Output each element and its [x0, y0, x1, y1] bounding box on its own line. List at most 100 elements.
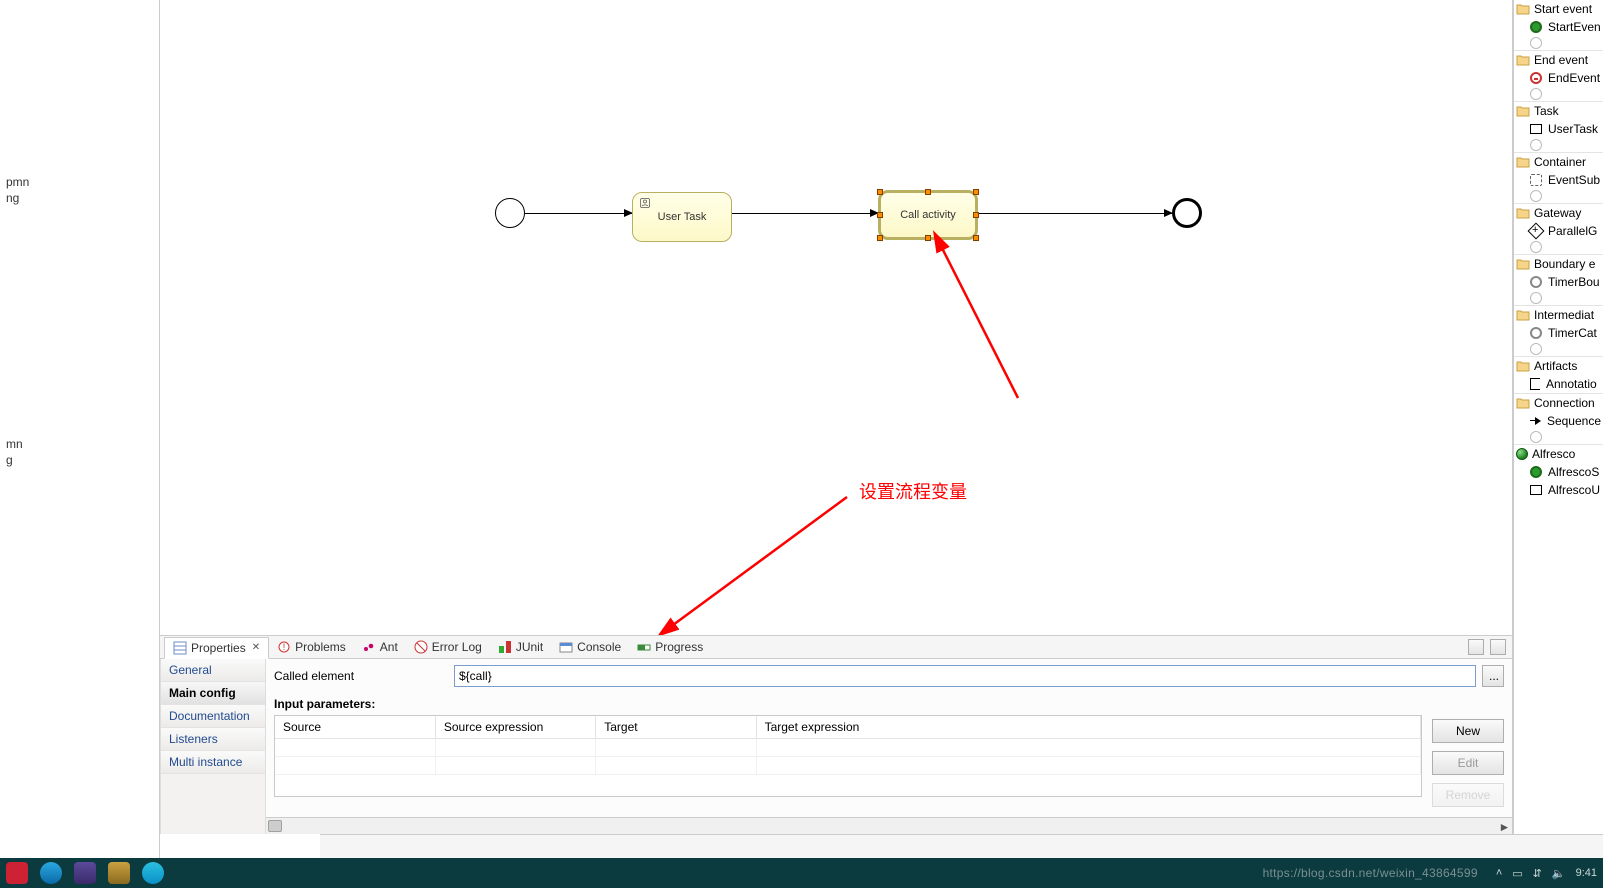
- resize-handle[interactable]: [925, 189, 931, 195]
- taskbar-app[interactable]: [102, 858, 136, 888]
- scroll-right-icon[interactable]: ►: [1497, 819, 1512, 834]
- called-element-input[interactable]: [454, 665, 1476, 687]
- palette-item-collapsed[interactable]: [1514, 36, 1603, 50]
- system-tray[interactable]: https://blog.csdn.net/weixin_43864599 ˄ …: [1263, 866, 1603, 880]
- palette-item[interactable]: StartEven: [1514, 18, 1603, 36]
- col-target-expression[interactable]: Target expression: [756, 716, 1420, 739]
- edit-button[interactable]: Edit: [1432, 751, 1504, 775]
- palette-item[interactable]: AlfrescoS: [1514, 463, 1603, 481]
- palette-item-collapsed[interactable]: [1514, 87, 1603, 101]
- palette-category[interactable]: Gateway: [1514, 203, 1603, 222]
- sidebar-item-main-config[interactable]: Main config: [161, 682, 265, 705]
- palette-category[interactable]: Container: [1514, 152, 1603, 171]
- bpmn-canvas[interactable]: User Task Call activity: [160, 0, 1512, 635]
- new-button[interactable]: New: [1432, 719, 1504, 743]
- end-event-node[interactable]: [1172, 198, 1202, 228]
- minimize-view-button[interactable]: [1490, 639, 1506, 655]
- project-explorer[interactable]: pmn ng mn g: [0, 0, 160, 858]
- tab-properties[interactable]: Properties ✕: [164, 637, 269, 659]
- tray-volume-icon[interactable]: 🔈: [1552, 867, 1566, 880]
- remove-button[interactable]: Remove: [1432, 783, 1504, 807]
- palette-item-collapsed[interactable]: [1514, 189, 1603, 203]
- resize-handle[interactable]: [973, 189, 979, 195]
- col-target[interactable]: Target: [596, 716, 756, 739]
- palette-item-collapsed[interactable]: [1514, 240, 1603, 254]
- resize-handle[interactable]: [973, 235, 979, 241]
- close-icon[interactable]: ✕: [252, 642, 260, 653]
- sidebar-item-documentation[interactable]: Documentation: [161, 705, 265, 728]
- file-item[interactable]: pmn ng: [6, 174, 153, 206]
- palette-category[interactable]: Connection: [1514, 393, 1603, 412]
- palette-category[interactable]: Task: [1514, 101, 1603, 120]
- sequence-flow[interactable]: [978, 213, 1172, 214]
- sidebar-item-multi-instance[interactable]: Multi instance: [161, 751, 265, 774]
- col-source[interactable]: Source: [275, 716, 435, 739]
- resize-handle[interactable]: [973, 212, 979, 218]
- palette-category[interactable]: Intermediat: [1514, 305, 1603, 324]
- palette-item-collapsed[interactable]: [1514, 430, 1603, 444]
- palette-item-label: TimerCat: [1548, 326, 1597, 340]
- palette-category[interactable]: Artifacts: [1514, 356, 1603, 375]
- palette-item-collapsed[interactable]: [1514, 138, 1603, 152]
- start-event-node[interactable]: [495, 198, 525, 228]
- tab-problems[interactable]: ! Problems: [269, 637, 354, 657]
- browse-button[interactable]: ...: [1482, 665, 1504, 687]
- taskbar-app[interactable]: [34, 858, 68, 888]
- col-source-expression[interactable]: Source expression: [435, 716, 595, 739]
- scroll-thumb[interactable]: [268, 820, 282, 832]
- resize-handle[interactable]: [877, 212, 883, 218]
- tab-junit[interactable]: JUnit: [490, 637, 551, 657]
- palette-category-label: Alfresco: [1532, 447, 1575, 461]
- file-item[interactable]: mn g: [6, 436, 153, 468]
- os-taskbar[interactable]: https://blog.csdn.net/weixin_43864599 ˄ …: [0, 858, 1603, 888]
- resize-handle[interactable]: [877, 189, 883, 195]
- tab-console[interactable]: Console: [551, 637, 629, 657]
- palette-item-collapsed[interactable]: [1514, 342, 1603, 356]
- tray-network-icon[interactable]: ⇵: [1533, 867, 1542, 880]
- resize-handle[interactable]: [925, 235, 931, 241]
- input-parameters-table[interactable]: Source Source expression Target Target e…: [274, 715, 1422, 797]
- tab-progress[interactable]: Progress: [629, 637, 711, 657]
- sidebar-item-listeners[interactable]: Listeners: [161, 728, 265, 751]
- palette-item[interactable]: EventSub: [1514, 171, 1603, 189]
- horizontal-scrollbar[interactable]: ◄ ►: [266, 817, 1512, 834]
- bottom-tabs-bar: Properties ✕ ! Problems Ant Error Log JU…: [160, 635, 1512, 659]
- taskbar-app[interactable]: [68, 858, 102, 888]
- palette-panel[interactable]: Start eventStartEven End eventEndEvent Tas…: [1513, 0, 1603, 858]
- tray-input-icon[interactable]: ▭: [1512, 867, 1522, 880]
- taskbar-app[interactable]: [0, 858, 34, 888]
- sidebar-item-general[interactable]: General: [161, 659, 265, 682]
- palette-item-collapsed[interactable]: [1514, 291, 1603, 305]
- palette-category[interactable]: Alfresco: [1514, 444, 1603, 463]
- properties-panel: General Main config Documentation Listen…: [160, 659, 1512, 834]
- start-event-icon: [1530, 466, 1542, 478]
- palette-item[interactable]: EndEvent: [1514, 69, 1603, 87]
- sequence-flow[interactable]: [732, 213, 878, 214]
- view-menu-button[interactable]: [1468, 639, 1484, 655]
- palette-category[interactable]: End event: [1514, 50, 1603, 69]
- sequence-flow[interactable]: [525, 213, 632, 214]
- user-icon: [639, 197, 651, 209]
- tab-label: Properties: [191, 641, 246, 655]
- palette-category[interactable]: Start event: [1514, 0, 1603, 18]
- taskbar-app[interactable]: [136, 858, 170, 888]
- palette-item[interactable]: TimerCat: [1514, 324, 1603, 342]
- tab-ant[interactable]: Ant: [354, 637, 406, 657]
- table-row[interactable]: [275, 757, 1421, 775]
- tab-label: JUnit: [516, 640, 543, 654]
- palette-item[interactable]: Annotatio: [1514, 375, 1603, 393]
- user-task-node[interactable]: User Task: [632, 192, 732, 242]
- tab-error-log[interactable]: Error Log: [406, 637, 490, 657]
- palette-item[interactable]: ParallelG: [1514, 222, 1603, 240]
- palette-category[interactable]: Boundary e: [1514, 254, 1603, 273]
- resize-handle[interactable]: [877, 235, 883, 241]
- table-row[interactable]: [275, 739, 1421, 757]
- palette-item[interactable]: Sequence: [1514, 412, 1603, 430]
- more-icon: [1530, 343, 1542, 355]
- call-activity-node[interactable]: Call activity: [878, 190, 978, 240]
- palette-item[interactable]: AlfrescoU: [1514, 481, 1603, 499]
- palette-item[interactable]: UserTask: [1514, 120, 1603, 138]
- tray-clock[interactable]: 9:41: [1576, 867, 1597, 879]
- palette-item[interactable]: TimerBou: [1514, 273, 1603, 291]
- tray-chevron-icon[interactable]: ˄: [1496, 867, 1502, 879]
